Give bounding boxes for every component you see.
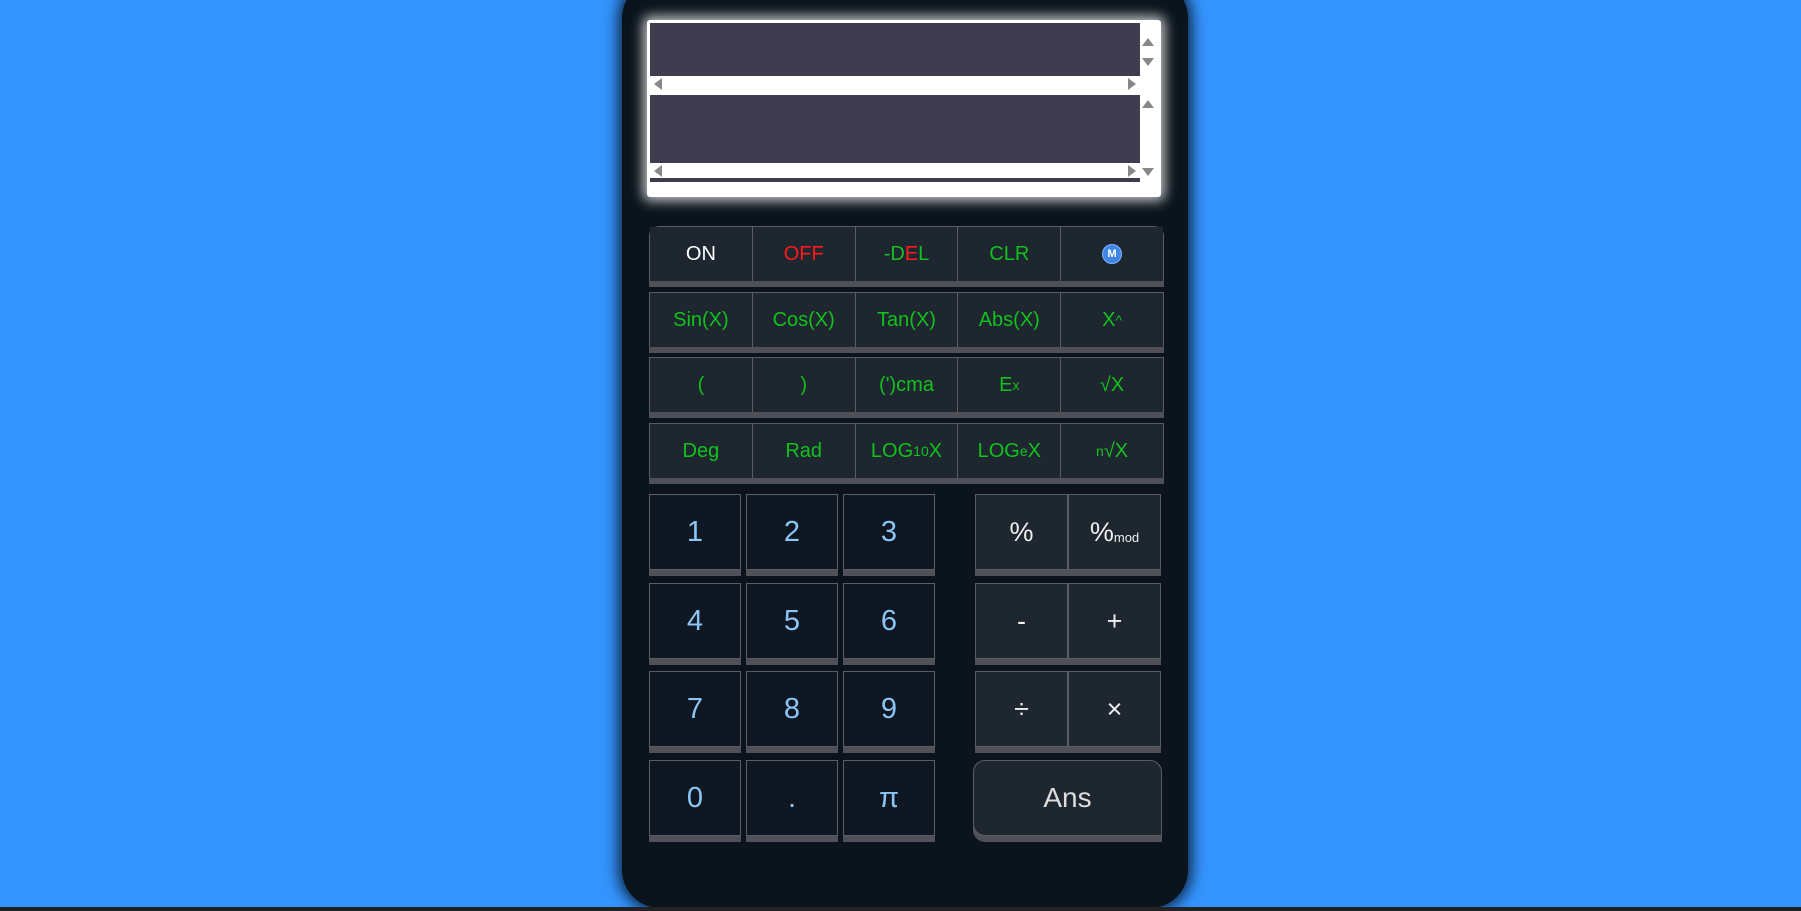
scroll-up-arrow-icon[interactable] [1142, 100, 1154, 108]
off-button[interactable]: OFF [752, 227, 856, 281]
scroll-right-arrow-icon[interactable] [1128, 165, 1136, 177]
minus-button[interactable]: - [975, 583, 1068, 659]
scroll-up-arrow-icon[interactable] [1142, 38, 1154, 46]
digit-8-button[interactable]: 8 [746, 671, 838, 747]
cos-button[interactable]: Cos(X) [752, 293, 856, 347]
mod-button[interactable]: % mod [1068, 494, 1161, 570]
ln-sub: e [1019, 443, 1028, 459]
bottom-edge [0, 907, 1801, 911]
exponent-sup: x [1012, 377, 1020, 393]
comma-button[interactable]: (')cma [855, 358, 959, 412]
pi-button[interactable]: π [843, 760, 935, 836]
log-row: Deg Rad LOG 10 X LOG e X n √X [649, 423, 1164, 478]
decimal-point-button[interactable]: . [746, 760, 838, 836]
log10-pre: LOG [870, 439, 914, 462]
open-paren-button[interactable]: ( [650, 358, 753, 412]
digit-7-button[interactable]: 7 [649, 671, 741, 747]
log10-sub: 10 [913, 443, 929, 459]
sin-button[interactable]: Sin(X) [650, 293, 753, 347]
divide-button[interactable]: ÷ [975, 671, 1068, 747]
percent-button[interactable]: % [975, 494, 1068, 570]
multiply-button[interactable]: × [1068, 671, 1161, 747]
power-sup: ^ [1115, 312, 1123, 328]
scroll-right-arrow-icon[interactable] [1128, 78, 1136, 90]
ln-pre: LOG [977, 439, 1020, 462]
sqrt-button[interactable]: √X [1061, 358, 1163, 412]
result-vertical-scrollbar[interactable] [1140, 96, 1157, 182]
result-horizontal-scrollbar[interactable] [650, 163, 1140, 178]
power-button[interactable]: X ^ [1061, 293, 1163, 347]
expression-vertical-scrollbar[interactable] [1140, 36, 1157, 76]
digit-4-button[interactable]: 4 [649, 583, 741, 659]
scroll-down-arrow-icon[interactable] [1142, 58, 1154, 66]
paren-row: ( ) (')cma Ex √X [649, 357, 1164, 412]
delete-l: L [918, 242, 930, 265]
clear-button[interactable]: CLR [958, 227, 1062, 281]
digit-5-button[interactable]: 5 [746, 583, 838, 659]
control-row: ON OFF -D E L CLR M [649, 226, 1164, 281]
scroll-left-arrow-icon[interactable] [654, 78, 662, 90]
scroll-left-arrow-icon[interactable] [654, 165, 662, 177]
expression-horizontal-scrollbar[interactable] [650, 76, 1140, 91]
mod-main: % [1089, 516, 1114, 547]
memory-button[interactable]: M [1061, 227, 1163, 281]
digit-2-button[interactable]: 2 [746, 494, 838, 570]
delete-button[interactable]: -D E L [855, 227, 959, 281]
digit-0-button[interactable]: 0 [649, 760, 741, 836]
on-button[interactable]: ON [650, 227, 753, 281]
abs-button[interactable]: Abs(X) [958, 293, 1062, 347]
digit-3-button[interactable]: 3 [843, 494, 935, 570]
nth-root-button[interactable]: n √X [1061, 424, 1163, 478]
log10-button[interactable]: LOG 10 X [855, 424, 959, 478]
m-circle-icon: M [1102, 244, 1123, 264]
display-panel [647, 20, 1161, 197]
rad-button[interactable]: Rad [752, 424, 856, 478]
plus-button[interactable]: + [1068, 583, 1161, 659]
expression-screen[interactable] [650, 23, 1140, 77]
exponent-base: E [999, 373, 1013, 396]
delete-minus: -D [883, 242, 905, 265]
nth-root-post: √X [1103, 439, 1129, 462]
log10-post: X [928, 439, 943, 462]
ln-post: X [1027, 439, 1041, 462]
scroll-down-arrow-icon[interactable] [1142, 168, 1154, 176]
digit-1-button[interactable]: 1 [649, 494, 741, 570]
trig-row: Sin(X) Cos(X) Tan(X) Abs(X) X ^ [649, 292, 1164, 347]
answer-button[interactable]: Ans [973, 760, 1162, 836]
nth-root-sup: n [1096, 443, 1104, 459]
tan-button[interactable]: Tan(X) [855, 293, 959, 347]
power-base: X [1102, 308, 1116, 331]
ln-button[interactable]: LOG e X [958, 424, 1062, 478]
delete-e: E [904, 242, 919, 265]
exponent-button[interactable]: Ex [958, 358, 1062, 412]
digit-9-button[interactable]: 9 [843, 671, 935, 747]
deg-button[interactable]: Deg [650, 424, 753, 478]
close-paren-button[interactable]: ) [752, 358, 856, 412]
mod-sub: mod [1113, 529, 1140, 545]
digit-6-button[interactable]: 6 [843, 583, 935, 659]
